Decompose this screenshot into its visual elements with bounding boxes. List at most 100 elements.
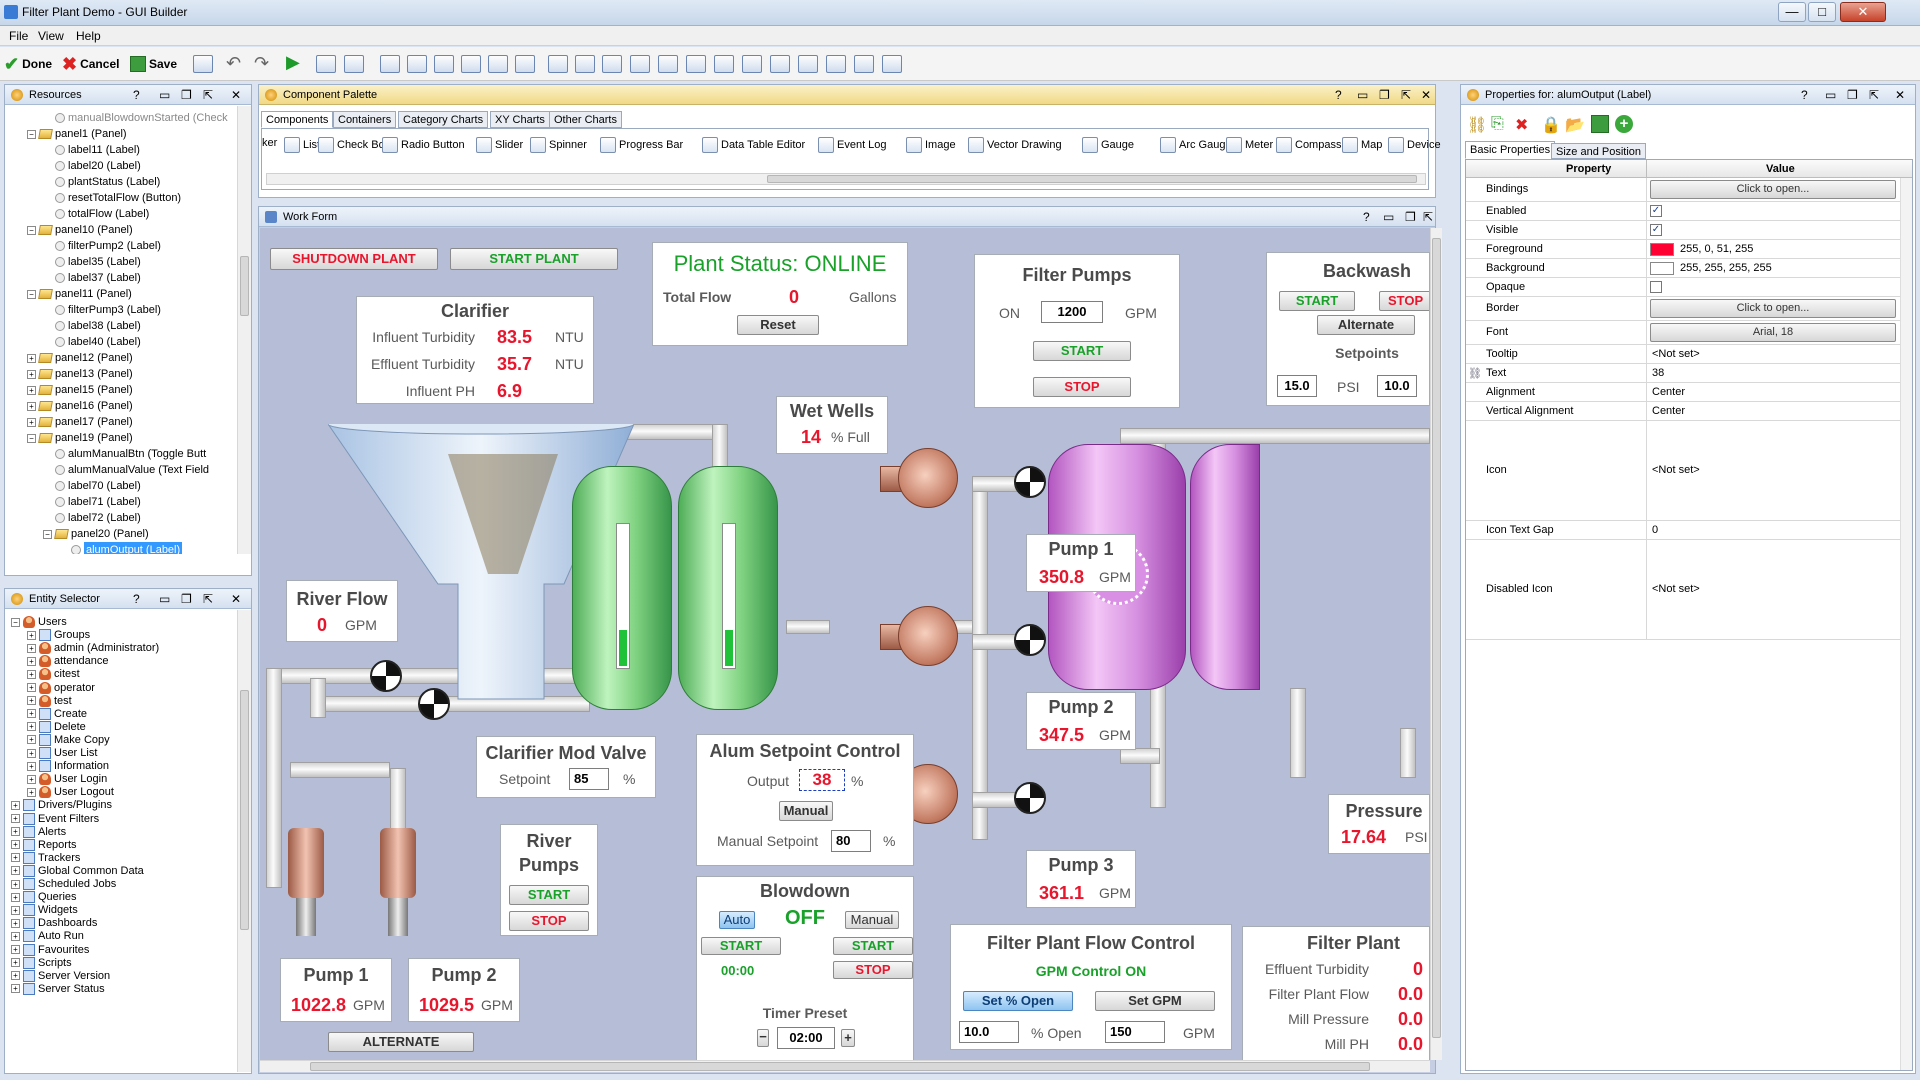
close-panel-icon[interactable]: ✕: [231, 592, 241, 606]
folder-icon[interactable]: 📂: [1565, 115, 1585, 135]
tab-other-charts[interactable]: Other Charts: [549, 111, 622, 128]
reset-button[interactable]: Reset: [737, 315, 819, 335]
expand-toggle-icon[interactable]: −: [43, 529, 52, 539]
river-pumps-stop-button[interactable]: STOP: [509, 911, 589, 931]
tree-item[interactable]: filterPump2 (Label): [43, 238, 161, 254]
expand-toggle-icon[interactable]: +: [27, 417, 36, 427]
copy-icon[interactable]: ⎘: [1491, 115, 1511, 135]
size-8-icon[interactable]: [826, 55, 846, 73]
expand-toggle-icon[interactable]: +: [11, 827, 20, 837]
tree-item[interactable]: + panel16 (Panel): [27, 398, 133, 414]
restore-panel-icon[interactable]: ❐: [1847, 88, 1858, 102]
restore-panel-icon[interactable]: ❐: [1405, 210, 1416, 224]
minimize-panel-icon[interactable]: ▭: [1825, 88, 1836, 102]
lock-icon[interactable]: 🔒: [1541, 115, 1561, 135]
size-3-icon[interactable]: [686, 55, 706, 73]
expand-toggle-icon[interactable]: +: [27, 369, 36, 379]
minimize-panel-icon[interactable]: ▭: [1383, 210, 1394, 224]
valve-icon[interactable]: [370, 660, 402, 692]
align-6-icon[interactable]: [515, 55, 535, 73]
frame-icon[interactable]: [193, 55, 213, 73]
blowdown-manual-button[interactable]: Manual: [845, 911, 899, 929]
float-panel-icon[interactable]: ⇱: [1869, 88, 1879, 102]
expand-toggle-icon[interactable]: +: [27, 683, 36, 692]
property-row[interactable]: Icon <Not set>: [1466, 421, 1900, 521]
tree-item[interactable]: resetTotalFlow (Button): [43, 190, 181, 206]
property-row[interactable]: Font Arial, 18: [1466, 321, 1900, 345]
open-percent-input[interactable]: 10.0: [959, 1021, 1019, 1043]
alternate-button[interactable]: ALTERNATE: [328, 1032, 474, 1052]
expand-toggle-icon[interactable]: +: [11, 958, 20, 968]
tree-item[interactable]: filterPump3 (Label): [43, 302, 161, 318]
tree-item[interactable]: totalFlow (Label): [43, 206, 149, 222]
delete-icon[interactable]: ✖: [1515, 115, 1535, 135]
close-panel-icon[interactable]: ✕: [1895, 88, 1905, 102]
palette-item[interactable]: Progress Bar: [600, 137, 683, 153]
help-icon[interactable]: ?: [1363, 210, 1370, 224]
palette-item[interactable]: Event Log: [818, 137, 887, 153]
maximize-button[interactable]: □: [1808, 2, 1836, 22]
expand-toggle-icon[interactable]: +: [11, 945, 20, 954]
palette-item[interactable]: Arc Gauge: [1160, 137, 1232, 153]
blowdown-start-button-2[interactable]: START: [833, 937, 913, 955]
palette-item[interactable]: Map: [1342, 137, 1382, 153]
done-button[interactable]: ✔ Done: [4, 53, 52, 75]
set-open-button[interactable]: Set % Open: [963, 991, 1073, 1011]
property-row[interactable]: Icon Text Gap 0: [1466, 521, 1900, 540]
tree-item[interactable]: − panel1 (Panel): [27, 126, 127, 142]
backwash-low-input[interactable]: 15.0: [1277, 375, 1317, 397]
tab-containers[interactable]: Containers: [333, 111, 397, 128]
minimize-panel-icon[interactable]: ▭: [159, 88, 170, 102]
set-gpm-button[interactable]: Set GPM: [1095, 991, 1215, 1011]
tree-item[interactable]: label11 (Label): [43, 142, 140, 158]
distribute-v-icon[interactable]: [344, 55, 364, 73]
backwash-stop-button[interactable]: STOP: [1379, 291, 1429, 311]
size-7-icon[interactable]: [798, 55, 818, 73]
resources-scrollbar[interactable]: [237, 106, 251, 554]
filter-pumps-stop-button[interactable]: STOP: [1033, 377, 1131, 397]
palette-item[interactable]: Spinner: [530, 137, 587, 153]
property-row[interactable]: Opaque: [1466, 278, 1900, 297]
blowdown-stop-button[interactable]: STOP: [833, 961, 913, 979]
tree-item[interactable]: + panel12 (Panel): [27, 350, 133, 366]
tab-xy-charts[interactable]: XY Charts: [490, 111, 550, 128]
property-value[interactable]: <Not set>: [1652, 348, 1700, 360]
expand-toggle-icon[interactable]: +: [11, 984, 20, 994]
expand-toggle-icon[interactable]: +: [11, 905, 20, 915]
property-value[interactable]: <Not set>: [1652, 583, 1700, 595]
minimize-panel-icon[interactable]: ▭: [159, 592, 170, 606]
expand-toggle-icon[interactable]: +: [27, 761, 36, 771]
help-icon[interactable]: ?: [133, 592, 140, 606]
save-icon[interactable]: [1591, 115, 1609, 133]
tree-item[interactable]: label35 (Label): [43, 254, 141, 270]
scroll-thumb[interactable]: [767, 175, 1417, 183]
tree-item[interactable]: alumManualBtn (Toggle Butt: [43, 446, 206, 462]
tree-item[interactable]: label40 (Label): [43, 334, 141, 350]
close-panel-icon[interactable]: ✕: [231, 88, 241, 102]
save-button[interactable]: Save: [130, 53, 177, 75]
float-panel-icon[interactable]: ⇱: [203, 592, 213, 606]
palette-hscroll[interactable]: [266, 173, 1426, 185]
expand-toggle-icon[interactable]: +: [11, 814, 20, 823]
tree-item[interactable]: + panel15 (Panel): [27, 382, 133, 398]
expand-toggle-icon[interactable]: +: [27, 656, 36, 666]
float-panel-icon[interactable]: ⇱: [1423, 210, 1433, 224]
valve-icon[interactable]: [1014, 782, 1046, 814]
tree-item[interactable]: − panel11 (Panel): [27, 286, 132, 302]
undo-icon[interactable]: ↶: [226, 53, 241, 74]
expand-toggle-icon[interactable]: +: [27, 353, 36, 363]
palette-item[interactable]: Device: [1388, 137, 1441, 153]
palette-item[interactable]: Image: [906, 137, 956, 153]
valve-icon[interactable]: [1014, 624, 1046, 656]
expand-toggle-icon[interactable]: −: [27, 433, 36, 443]
workform-hscroll[interactable]: [260, 1060, 1430, 1072]
close-panel-icon[interactable]: ✕: [1421, 88, 1431, 102]
palette-item[interactable]: ker: [262, 137, 277, 149]
expand-toggle-icon[interactable]: +: [27, 696, 36, 706]
align-9-icon[interactable]: [602, 55, 622, 73]
tree-item[interactable]: label71 (Label): [43, 494, 141, 510]
property-row[interactable]: Foreground 255, 0, 51, 255: [1466, 240, 1900, 259]
property-row[interactable]: Alignment Center: [1466, 383, 1900, 402]
size-6-icon[interactable]: [770, 55, 790, 73]
property-row[interactable]: Tooltip <Not set>: [1466, 345, 1900, 364]
